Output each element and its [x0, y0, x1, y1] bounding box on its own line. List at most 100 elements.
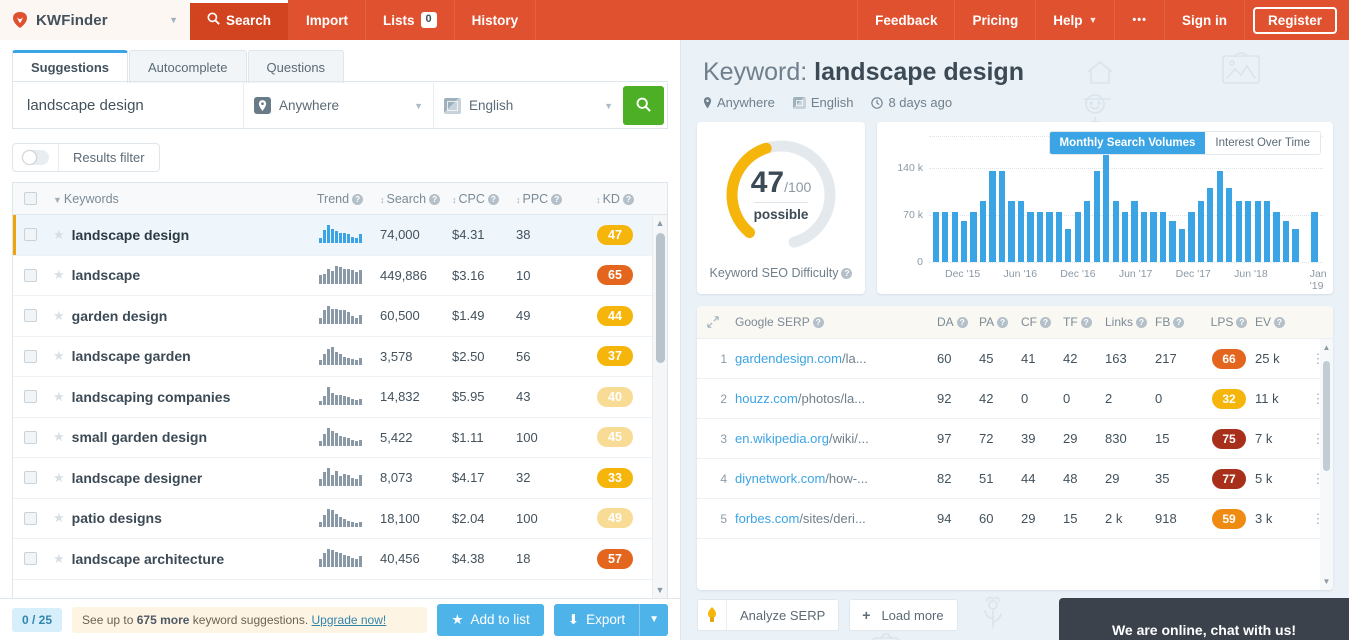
favorite-star-icon[interactable]: ★	[53, 267, 65, 283]
nav-item-search[interactable]: Search	[190, 0, 290, 40]
favorite-star-icon[interactable]: ★	[53, 227, 65, 243]
tab-suggestions[interactable]: Suggestions	[12, 50, 129, 83]
tab-autocomplete[interactable]: Autocomplete	[129, 50, 247, 83]
serp-domain-link[interactable]: diynetwork.com	[735, 471, 825, 486]
column-header-fb[interactable]: FB?	[1155, 315, 1203, 329]
row-checkbox[interactable]	[13, 349, 47, 363]
serp-row[interactable]: 1 gardendesign.com/la... 60 45 41 42 163 217 66 2…	[697, 339, 1333, 379]
scroll-down-icon[interactable]: ▼	[656, 582, 665, 598]
toggle-monthly-search-volumes[interactable]: Monthly Search Volumes	[1049, 132, 1206, 154]
nav-item-more[interactable]: •••	[1115, 0, 1165, 40]
row-checkbox[interactable]	[13, 511, 47, 525]
nav-item-import[interactable]: Import	[289, 0, 367, 40]
toggle-interest-over-time[interactable]: Interest Over Time	[1205, 132, 1320, 154]
expand-serp-icon[interactable]	[707, 315, 735, 330]
keyword-text[interactable]: patio designs	[72, 510, 162, 526]
help-icon[interactable]: ?	[487, 193, 499, 205]
help-icon[interactable]: ?	[1136, 317, 1148, 328]
column-header-search[interactable]: ↕ Search?	[380, 192, 452, 206]
help-icon[interactable]: ?	[1236, 317, 1248, 328]
column-header-pa[interactable]: PA?	[979, 315, 1021, 329]
chevron-down-icon[interactable]: ▼	[169, 15, 178, 25]
nav-item-help[interactable]: Help ▼	[1036, 0, 1116, 40]
help-icon[interactable]: ?	[352, 193, 364, 205]
keyword-text[interactable]: landscape	[72, 267, 140, 283]
table-row[interactable]: ★ landscape garden 3,578 $2.50 56 37	[13, 337, 667, 377]
serp-domain-link[interactable]: en.wikipedia.org	[735, 431, 829, 446]
row-checkbox[interactable]	[13, 268, 47, 282]
nav-item-feedback[interactable]: Feedback	[857, 0, 956, 40]
favorite-star-icon[interactable]: ★	[53, 510, 65, 526]
row-checkbox[interactable]	[13, 430, 47, 444]
chat-widget[interactable]: We are online, chat with us!	[1059, 598, 1349, 640]
nav-item-pricing[interactable]: Pricing	[955, 0, 1037, 40]
tab-questions[interactable]: Questions	[247, 50, 345, 83]
row-checkbox[interactable]	[13, 228, 47, 242]
table-row[interactable]: ★ landscaping companies 14,832 $5.95 43 40	[13, 377, 667, 418]
keyword-text[interactable]: landscape garden	[72, 348, 191, 364]
row-checkbox[interactable]	[13, 471, 47, 485]
column-header-tf[interactable]: TF?	[1063, 315, 1105, 329]
help-icon[interactable]: ?	[1080, 317, 1092, 328]
favorite-star-icon[interactable]: ★	[53, 348, 65, 364]
export-button[interactable]: ⬇ Export	[553, 603, 640, 636]
table-row[interactable]: ★ landscape 449,886 $3.16 10 65	[13, 256, 667, 296]
help-icon[interactable]: ?	[956, 317, 968, 328]
keyword-text[interactable]: small garden design	[72, 429, 207, 445]
results-filter-toggle[interactable]	[22, 150, 49, 165]
serp-domain-link[interactable]: gardendesign.com	[735, 351, 842, 366]
nav-item-lists[interactable]: Lists 0	[366, 0, 455, 40]
column-header-ppc[interactable]: ↕ PPC?	[516, 192, 578, 206]
column-header-trend[interactable]: Trend?	[300, 192, 380, 206]
column-header-cpc[interactable]: ↕ CPC?	[452, 192, 516, 206]
help-icon[interactable]: ?	[1173, 317, 1185, 328]
serp-row[interactable]: 2 houzz.com/photos/la... 92 42 0 0 2 0 32 11 k ⋮	[697, 379, 1333, 419]
column-header-da[interactable]: DA?	[937, 315, 979, 329]
serp-scrollbar[interactable]: ▲ ▼	[1320, 339, 1333, 590]
load-more-button[interactable]: + Load more	[849, 599, 958, 631]
nav-item-history[interactable]: History	[455, 0, 537, 40]
help-icon[interactable]: ?	[429, 193, 441, 205]
keyword-text[interactable]: landscaping companies	[72, 389, 231, 405]
search-input[interactable]	[13, 83, 243, 128]
help-icon[interactable]: ?	[841, 268, 853, 279]
scroll-down-icon[interactable]: ▼	[1320, 577, 1333, 586]
help-icon[interactable]: ?	[551, 193, 563, 205]
column-header-links[interactable]: Links?	[1105, 315, 1155, 329]
keywords-table-scrollbar[interactable]: ▲ ▼	[652, 215, 667, 598]
export-dropdown-button[interactable]: ▼	[639, 603, 668, 636]
help-icon[interactable]: ?	[997, 317, 1009, 328]
table-row[interactable]: ★ landscape design 74,000 $4.31 38 47	[13, 215, 667, 256]
help-icon[interactable]: ?	[812, 317, 824, 328]
row-checkbox[interactable]	[13, 390, 47, 404]
serp-row[interactable]: 4 diynetwork.com/how-... 82 51 44 48 29 35 77 5 k…	[697, 459, 1333, 499]
keywords-table-body[interactable]: ★ landscape design 74,000 $4.31 38 47 ★ landsca…	[13, 215, 667, 598]
help-icon[interactable]: ?	[622, 193, 634, 205]
serp-table-body[interactable]: 1 gardendesign.com/la... 60 45 41 42 163 217 66 2…	[697, 339, 1333, 590]
brand-workspace-selector[interactable]: KWFinder ▼	[0, 0, 190, 40]
results-filter-button[interactable]: Results filter	[12, 143, 160, 172]
location-selector[interactable]: Anywhere ▼	[243, 83, 433, 128]
serp-domain-link[interactable]: houzz.com	[735, 391, 798, 406]
column-header-lps[interactable]: LPS?	[1203, 315, 1255, 329]
column-header-cf[interactable]: CF?	[1021, 315, 1063, 329]
column-header-kd[interactable]: ↕ KD?	[578, 192, 652, 206]
serp-row[interactable]: 3 en.wikipedia.org/wiki/... 97 72 39 29 830 15 7…	[697, 419, 1333, 459]
row-checkbox[interactable]	[13, 309, 47, 323]
keyword-text[interactable]: landscape designer	[72, 470, 203, 486]
column-header-ev[interactable]: EV?	[1255, 315, 1303, 329]
favorite-star-icon[interactable]: ★	[53, 308, 65, 324]
analyze-serp-button[interactable]: Analyze SERP	[697, 599, 840, 631]
serp-row[interactable]: 5 forbes.com/sites/deri... 94 60 29 15 2 k 918 5…	[697, 499, 1333, 539]
scroll-up-icon[interactable]: ▲	[656, 215, 665, 231]
favorite-star-icon[interactable]: ★	[53, 551, 65, 567]
nav-item-sign-in[interactable]: Sign in	[1165, 0, 1245, 40]
add-to-list-button[interactable]: ★ Add to list	[437, 603, 544, 636]
row-checkbox[interactable]	[13, 552, 47, 566]
favorite-star-icon[interactable]: ★	[53, 470, 65, 486]
keyword-text[interactable]: landscape architecture	[72, 551, 225, 567]
scrollbar-thumb[interactable]	[656, 233, 665, 363]
column-header-keywords[interactable]: ▼ Keywords	[47, 192, 300, 206]
table-row[interactable]: ★ landscape designer 8,073 $4.17 32 33	[13, 458, 667, 499]
help-icon[interactable]: ?	[1040, 317, 1051, 328]
